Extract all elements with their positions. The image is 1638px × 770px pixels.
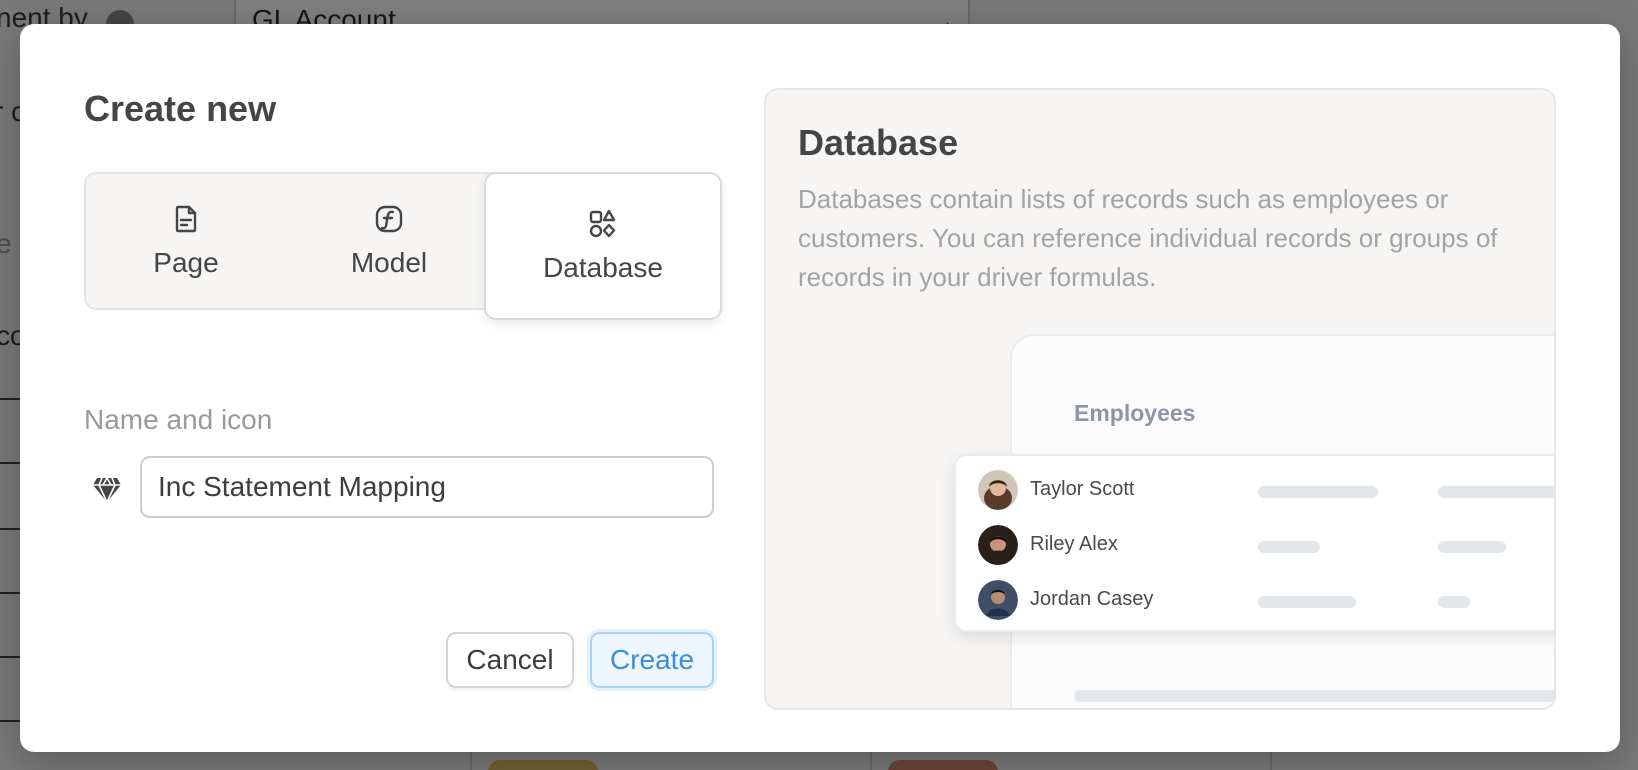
preview-panel: Database Databases contain lists of reco…	[764, 88, 1556, 710]
preview-description: Databases contain lists of records such …	[798, 184, 1498, 292]
placeholder-bar	[1438, 541, 1506, 553]
type-option-database[interactable]: Database	[484, 172, 722, 320]
placeholder-bar	[1438, 486, 1554, 498]
type-label: Model	[350, 247, 428, 278]
create-button[interactable]: Create	[590, 632, 714, 688]
diamond-icon[interactable]	[92, 474, 122, 504]
dialog-title: Create new	[84, 88, 277, 129]
page-icon	[175, 205, 197, 233]
employee-name: Riley Alex	[1030, 533, 1118, 555]
type-label: Database	[543, 252, 663, 283]
name-input[interactable]	[140, 456, 714, 518]
shapes-icon	[589, 209, 616, 238]
function-icon	[375, 205, 403, 233]
illustration-table-title: Employees	[1074, 400, 1196, 426]
type-option-page[interactable]: Page	[86, 174, 286, 308]
avatar	[978, 470, 1018, 510]
list-item: Taylor Scott	[978, 470, 1554, 510]
employee-list: Taylor Scott Riley Alex Jordan Casey	[954, 454, 1554, 632]
create-new-dialog: Create new Page Model Database Name and …	[20, 24, 1620, 752]
placeholder-bar	[1258, 541, 1320, 553]
cancel-button[interactable]: Cancel	[446, 632, 574, 688]
preview-title: Database	[798, 122, 959, 163]
employee-name: Jordan Casey	[1030, 588, 1154, 610]
avatar	[978, 580, 1018, 620]
placeholder-bar	[1074, 690, 1554, 702]
placeholder-bar	[1258, 486, 1378, 498]
placeholder-bar	[1438, 596, 1470, 608]
list-item: Jordan Casey	[978, 580, 1554, 620]
placeholder-bar	[1258, 596, 1356, 608]
type-label: Page	[153, 247, 219, 278]
avatar	[978, 525, 1018, 565]
type-option-model[interactable]: Model	[289, 174, 489, 308]
name-and-icon-label: Name and icon	[84, 404, 273, 435]
employee-name: Taylor Scott	[1030, 478, 1135, 500]
list-item: Riley Alex	[978, 525, 1554, 565]
